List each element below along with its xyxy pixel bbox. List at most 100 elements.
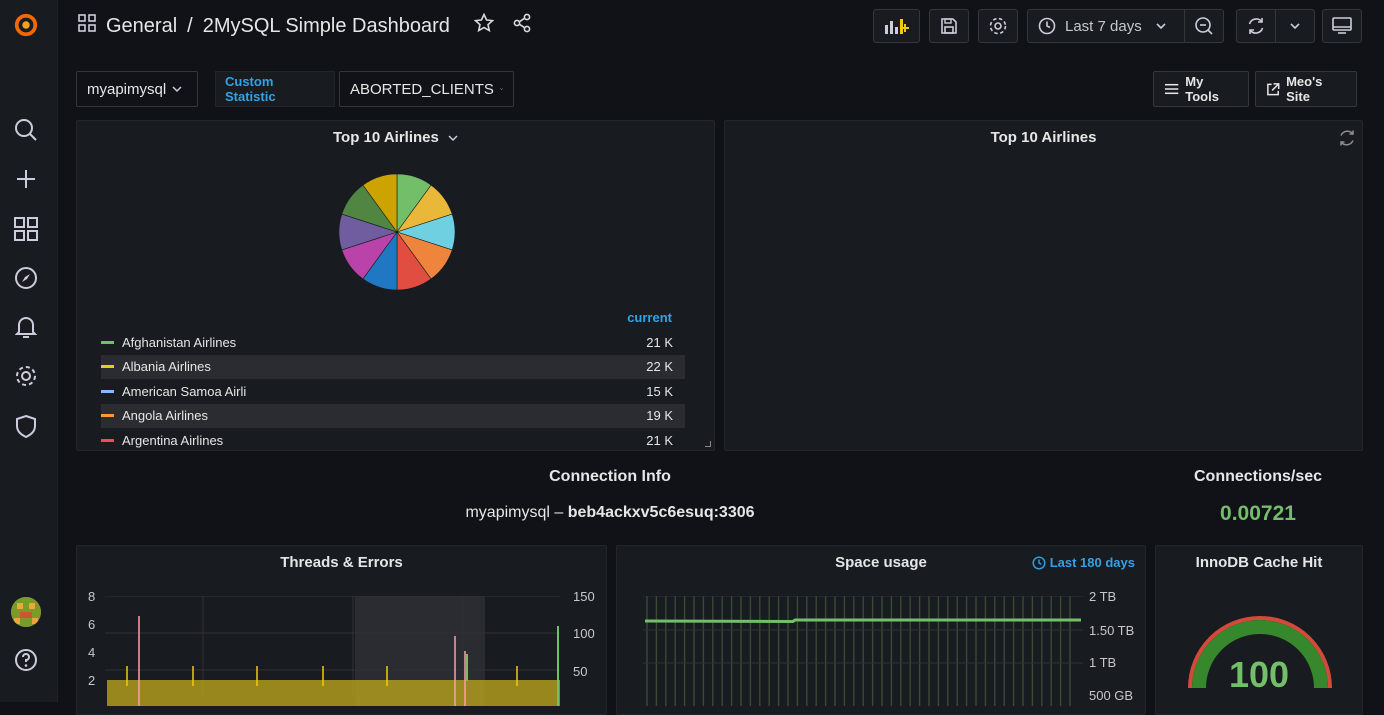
chevron-down-icon — [172, 86, 182, 93]
time-range-label: Last 7 days — [1065, 17, 1142, 35]
chevron-down-icon — [500, 88, 503, 90]
pie-panel-title[interactable]: Top 10 Airlines — [77, 129, 714, 146]
refresh-interval-dropdown[interactable] — [1275, 9, 1315, 43]
add-panel-button[interactable] — [873, 9, 920, 43]
space-graph — [643, 596, 1083, 706]
space-usage-panel[interactable]: Space usage Last 180 days 2 TB 1.50 TB 1… — [616, 545, 1146, 715]
save-dashboard-button[interactable] — [929, 9, 969, 43]
legend-swatch[interactable] — [101, 438, 114, 442]
shield-icon[interactable] — [13, 413, 39, 439]
chevron-down-icon — [1290, 23, 1300, 30]
legend-row[interactable]: Argentina Airlines 21 K — [101, 428, 685, 450]
legend-value: 15 K — [646, 383, 673, 399]
dashboard-title[interactable]: 2MySQL Simple Dashboard — [203, 15, 450, 38]
legend-row[interactable]: Albania Airlines 22 K — [101, 354, 685, 379]
connection-host-text: beb4ackxv5c6esuq:3306 — [567, 504, 755, 521]
table-panel-title[interactable]: Top 10 Airlines — [725, 129, 1362, 146]
time-override-label: Last 180 days — [1032, 555, 1135, 570]
legend-row[interactable]: American Samoa Airli 15 K — [101, 379, 685, 403]
connections-sec-value: 0.00721 — [1220, 502, 1296, 525]
variables-bar: myapimysql Custom Statistic ABORTED_CLIE… — [76, 71, 514, 107]
clock-icon — [1038, 17, 1056, 35]
share-icon[interactable] — [512, 13, 532, 39]
airlines-table-panel[interactable]: Top 10 Airlines — [724, 120, 1363, 451]
instance-variable-select[interactable]: myapimysql — [76, 71, 198, 107]
threads-panel-title[interactable]: Threads & Errors — [77, 554, 606, 571]
dashboards-icon[interactable] — [13, 216, 39, 242]
meos-site-label: Meo's Site — [1286, 74, 1323, 104]
meos-site-link[interactable]: Meo's Site — [1255, 71, 1357, 107]
legend-label[interactable]: Angola Airlines — [122, 408, 208, 423]
pie-chart — [338, 173, 456, 291]
legend-value: 19 K — [646, 408, 673, 423]
custom-statistic-label: Custom Statistic — [215, 71, 335, 107]
clock-icon — [1032, 555, 1046, 570]
innodb-panel-title[interactable]: InnoDB Cache Hit — [1156, 554, 1362, 571]
legend-header-current[interactable]: current — [627, 310, 672, 325]
innodb-value: 100 — [1228, 654, 1290, 695]
instance-variable-value: myapimysql — [87, 80, 167, 98]
legend-value: 21 K — [646, 432, 673, 448]
y-left-tick: 4 — [88, 645, 96, 660]
gear-icon[interactable] — [13, 363, 39, 389]
top-navbar: General / 2MySQL Simple Dashboard Last 7… — [58, 0, 1384, 52]
legend-swatch[interactable] — [101, 414, 114, 417]
chevron-down-icon — [1156, 22, 1166, 30]
y-right-tick: 2 TB — [1089, 589, 1117, 604]
zoom-out-button[interactable] — [1184, 9, 1224, 43]
threads-errors-panel[interactable]: Threads & Errors 8 6 4 2 150 100 50 — [76, 545, 607, 715]
breadcrumb-folder[interactable]: General — [106, 15, 177, 38]
tv-mode-button[interactable] — [1322, 9, 1362, 43]
connection-instance-text: myapimysql – — [465, 504, 568, 521]
custom-statistic-select[interactable]: ABORTED_CLIENTS — [339, 71, 514, 107]
help-icon[interactable] — [13, 647, 39, 673]
pie-panel-title-text: Top 10 Airlines — [332, 129, 439, 146]
avatar[interactable] — [11, 597, 41, 627]
legend-label[interactable]: Argentina Airlines — [122, 433, 223, 448]
y-left-tick: 6 — [88, 617, 96, 632]
plus-icon[interactable] — [13, 166, 39, 192]
legend-label[interactable]: Afghanistan Airlines — [122, 335, 236, 350]
y-right-tick: 1 TB — [1089, 655, 1117, 670]
loading-refresh-icon — [1338, 129, 1356, 152]
menu-icon — [1164, 83, 1179, 95]
my-tools-link[interactable]: My Tools — [1153, 71, 1249, 107]
bell-icon[interactable] — [13, 314, 39, 340]
legend-row[interactable]: Afghanistan Airlines 21 K — [101, 330, 685, 354]
my-tools-label: My Tools — [1185, 74, 1219, 104]
y-right-tick: 100 — [573, 626, 595, 641]
sidebar — [0, 0, 58, 702]
y-left-tick: 2 — [88, 673, 96, 688]
compass-icon[interactable] — [13, 265, 39, 291]
threads-graph — [105, 596, 560, 706]
innodb-cache-panel[interactable]: InnoDB Cache Hit 100 — [1155, 545, 1363, 715]
refresh-button[interactable] — [1236, 9, 1276, 43]
pie-chart-panel[interactable]: Top 10 Airlines current Afghanistan Airl… — [76, 120, 715, 451]
breadcrumb: General / 2MySQL Simple Dashboard — [78, 12, 542, 39]
legend-label[interactable]: Albania Airlines — [122, 359, 211, 374]
external-link-icon — [1267, 82, 1280, 95]
dashboard-settings-button[interactable] — [978, 9, 1018, 43]
grafana-logo-icon[interactable] — [13, 12, 39, 38]
connections-sec-title[interactable]: Connections/sec — [1158, 468, 1358, 486]
y-right-tick: 500 GB — [1089, 688, 1134, 703]
chevron-down-icon — [448, 135, 458, 142]
legend-swatch[interactable] — [101, 365, 114, 368]
resize-handle-icon[interactable] — [705, 441, 711, 447]
legend-value: 21 K — [646, 334, 673, 350]
legend-swatch[interactable] — [101, 340, 114, 344]
y-left-tick: 8 — [88, 589, 96, 604]
y-right-tick: 150 — [573, 589, 595, 604]
y-right-tick: 50 — [573, 664, 588, 679]
legend-value: 22 K — [646, 359, 673, 374]
legend-row[interactable]: Angola Airlines 19 K — [101, 403, 685, 428]
custom-statistic-value: ABORTED_CLIENTS — [350, 80, 494, 98]
connection-info-title[interactable]: Connection Info — [450, 468, 770, 486]
dashboards-icon — [78, 14, 96, 38]
legend-swatch[interactable] — [101, 389, 114, 393]
search-icon[interactable] — [13, 117, 39, 143]
star-icon[interactable] — [473, 12, 495, 39]
time-range-picker[interactable]: Last 7 days — [1027, 9, 1185, 43]
legend-label[interactable]: American Samoa Airli — [122, 384, 246, 399]
y-right-tick: 1.50 TB — [1089, 623, 1135, 638]
